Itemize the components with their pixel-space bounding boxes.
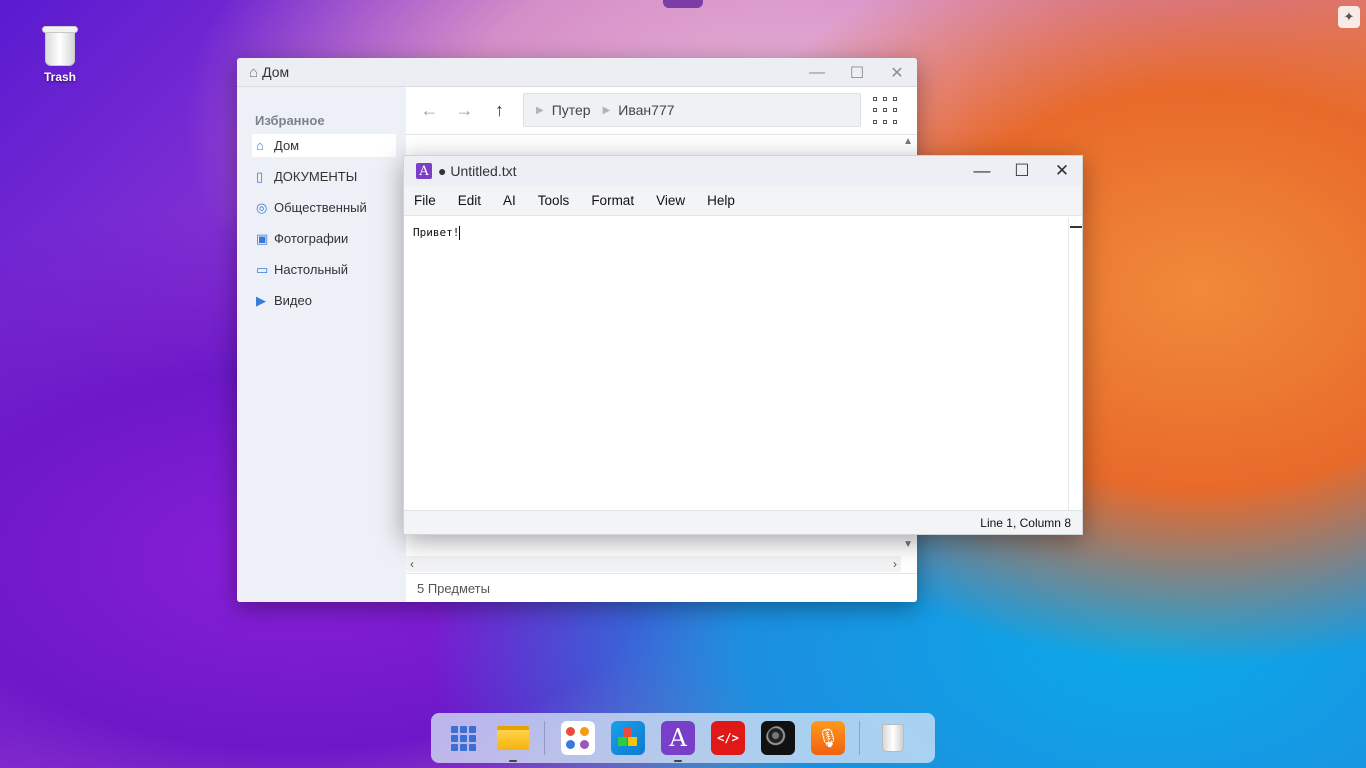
menu-help[interactable]: Help (707, 193, 735, 208)
maximize-button[interactable]: ☐ (837, 63, 877, 83)
sidebar-item-videos[interactable]: ▶ Видео (252, 289, 396, 312)
close-button[interactable]: ✕ (877, 63, 917, 83)
up-button[interactable]: ↑ (482, 100, 517, 121)
editor-scrollbar[interactable] (1068, 218, 1082, 510)
breadcrumb-item[interactable]: Иван777 (618, 102, 674, 118)
maximize-button[interactable]: ☐ (1002, 161, 1042, 181)
running-indicator (509, 760, 517, 762)
desktop-trash[interactable]: Trash (30, 22, 90, 84)
sidebar-item-label: Дом (274, 138, 300, 153)
sidebar-item-home[interactable]: ⌂ Дом (252, 134, 396, 157)
file-manager-titlebar[interactable]: ⌂ Дом — ☐ ✕ (237, 58, 917, 87)
status-bar: 5 Предметы (406, 573, 917, 602)
minimize-button[interactable]: — (962, 161, 1002, 181)
menu-tools[interactable]: Tools (538, 193, 570, 208)
image-icon: ▣ (256, 230, 269, 246)
video-icon: ▶ (256, 292, 266, 308)
document-icon: ▯ (256, 168, 264, 184)
editor-titlebar[interactable]: A ● Untitled.txt — ☐ ✕ (404, 156, 1082, 186)
menu-edit[interactable]: Edit (458, 193, 481, 208)
scroll-left-icon[interactable]: ‹ (410, 557, 414, 571)
trash-icon[interactable] (876, 721, 910, 755)
camera-icon[interactable] (761, 721, 795, 755)
close-button[interactable]: ✕ (1042, 161, 1082, 181)
home-icon: ⌂ (256, 138, 264, 153)
item-count: 5 Предметы (417, 580, 490, 596)
scrollbar-thumb[interactable] (1070, 226, 1082, 228)
scroll-down-icon[interactable]: ▼ (903, 539, 913, 550)
editor-status-bar: Line 1, Column 8 (404, 510, 1082, 534)
dock: A </> 🎙 (431, 713, 935, 763)
text-content: Привет! (413, 226, 460, 239)
cubes-icon[interactable] (611, 721, 645, 755)
sidebar-item-pictures[interactable]: ▣ Фотографии (252, 227, 396, 250)
file-manager-toolbar: ← → ↑ ▶ Путер ▶ Иван777 (406, 87, 917, 135)
trash-icon (42, 22, 78, 66)
globe-icon: ◎ (256, 199, 268, 215)
menu-file[interactable]: File (414, 193, 436, 208)
sidebar: Избранное ⌂ Дом ▯ ДОКУМЕНТЫ ◎ Общественн… (237, 87, 406, 602)
widgets-icon[interactable]: ✦ (1338, 6, 1360, 28)
dock-separator (859, 721, 860, 755)
running-indicator (674, 760, 682, 762)
sidebar-item-documents[interactable]: ▯ ДОКУМЕНТЫ (252, 165, 396, 188)
cursor-position: Line 1, Column 8 (980, 515, 1071, 530)
apps-grid-icon[interactable] (446, 721, 480, 755)
chevron-right-icon: ▶ (536, 104, 544, 116)
text-editor-icon[interactable]: A (661, 721, 695, 762)
sidebar-section-title: Избранное (255, 113, 325, 128)
sidebar-item-label: Фотографии (274, 231, 349, 246)
menu-format[interactable]: Format (591, 193, 634, 208)
sidebar-item-label: Общественный (274, 200, 367, 215)
sidebar-item-label: ДОКУМЕНТЫ (274, 169, 358, 184)
back-button[interactable]: ← (412, 100, 447, 121)
horizontal-scrollbar[interactable]: ‹ › (406, 556, 901, 572)
text-editor-icon: A (416, 163, 432, 179)
menu-bar: File Edit AI Tools Format View Help (404, 186, 1082, 216)
app-store-icon[interactable] (561, 721, 595, 755)
editor-title: ● Untitled.txt (438, 163, 517, 179)
scroll-right-icon[interactable]: › (893, 557, 897, 571)
text-cursor (459, 226, 461, 240)
menu-view[interactable]: View (656, 193, 685, 208)
minimize-button[interactable]: — (797, 64, 837, 82)
menu-ai[interactable]: AI (503, 193, 516, 208)
forward-button[interactable]: → (447, 100, 482, 121)
chevron-right-icon: ▶ (602, 104, 611, 116)
breadcrumb[interactable]: ▶ Путер ▶ Иван777 (523, 93, 861, 127)
text-editor-window: A ● Untitled.txt — ☐ ✕ File Edit AI Tool… (403, 155, 1083, 535)
sidebar-item-label: Видео (274, 293, 312, 308)
text-area[interactable]: Привет! (413, 226, 461, 240)
top-handle[interactable] (663, 0, 703, 8)
dock-separator (544, 721, 545, 755)
scroll-up-icon[interactable]: ▲ (903, 136, 913, 147)
desktop-trash-label: Trash (43, 70, 76, 84)
sidebar-item-desktop[interactable]: ▭ Настольный (252, 258, 396, 281)
home-icon: ⌂ (249, 63, 259, 81)
file-manager-title: Дом (262, 64, 290, 80)
recorder-icon[interactable]: 🎙 (811, 721, 845, 755)
dev-center-icon[interactable]: </> (711, 721, 745, 755)
sidebar-item-label: Настольный (274, 262, 349, 277)
sidebar-item-public[interactable]: ◎ Общественный (252, 196, 396, 219)
folder-icon[interactable] (496, 721, 530, 762)
breadcrumb-item[interactable]: Путер (552, 102, 591, 118)
view-grid-button[interactable] (873, 97, 901, 125)
desktop-icon: ▭ (256, 261, 269, 277)
